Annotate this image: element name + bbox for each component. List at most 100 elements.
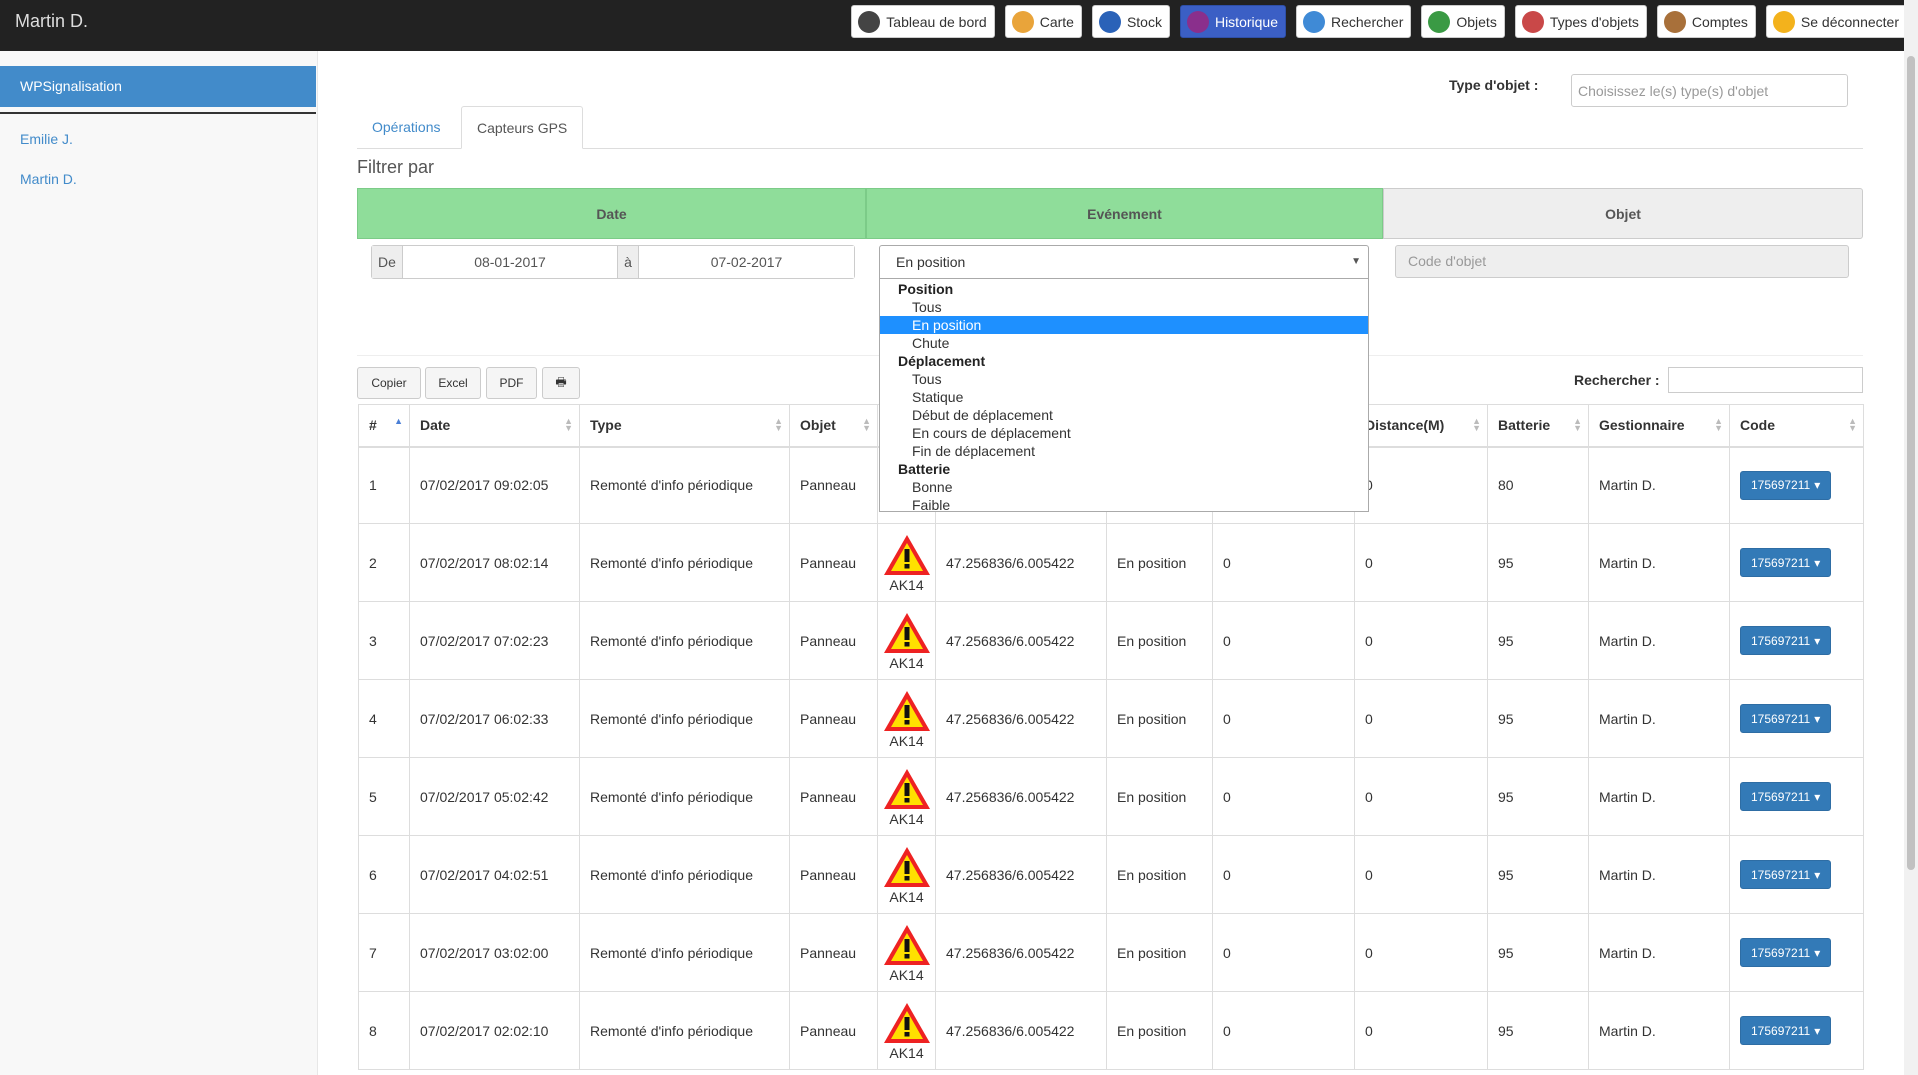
dropdown-option[interactable]: Tous (880, 298, 1368, 316)
column-header[interactable]: # ▲ (358, 404, 410, 448)
dropdown-option[interactable]: Fin de déplacement (880, 442, 1368, 460)
nav-types-button[interactable]: Types d'objets (1514, 5, 1647, 38)
code-dropdown-button[interactable]: 175697211 ▾ (1740, 548, 1832, 577)
filter-header-object[interactable]: Objet (1383, 188, 1863, 239)
nav-history-button[interactable]: Historique (1179, 5, 1286, 38)
table-cell: Remonté d'info périodique (579, 835, 790, 914)
column-header[interactable]: Batterie ▲ ▼ (1487, 404, 1589, 448)
page-scrollbar[interactable] (1904, 0, 1918, 1075)
column-header[interactable]: Gestionnaire ▲ ▼ (1588, 404, 1730, 448)
column-header[interactable]: Objet ▲ ▼ (789, 404, 878, 448)
nav-dashboard-button[interactable]: Tableau de bord (851, 5, 995, 38)
event-select[interactable]: En position ▼ (879, 245, 1369, 279)
code-value: 175697211 (1751, 867, 1811, 882)
nav-cart-button[interactable]: Stock (1091, 5, 1170, 38)
code-dropdown-button[interactable]: 175697211 ▾ (1740, 782, 1832, 811)
table-row[interactable]: 2 07/02/2017 08:02:14 Remonté d'info pério… (358, 523, 1864, 602)
code-dropdown-button[interactable]: 175697211 ▾ (1740, 626, 1832, 655)
dropdown-option[interactable]: Tous (880, 370, 1368, 388)
tab-operations[interactable]: Opérations (357, 106, 455, 148)
table-cell: 2 (358, 523, 410, 602)
table-row[interactable]: 6 07/02/2017 04:02:51 Remonté d'info pério… (358, 835, 1864, 914)
nav-label: Objets (1456, 13, 1497, 30)
table-row[interactable]: 5 07/02/2017 05:02:42 Remonté d'info pério… (358, 757, 1864, 836)
nav-label: Historique (1214, 13, 1278, 30)
dropdown-group-label: Batterie (898, 461, 951, 477)
table-cell: 95 (1487, 913, 1589, 992)
nav-search-button[interactable]: Rechercher (1295, 5, 1412, 38)
excel-button[interactable]: Excel (425, 367, 481, 399)
sort-icon: ▲▼ (774, 416, 783, 433)
table-row[interactable]: 7 07/02/2017 03:02:00 Remonté d'info pério… (358, 913, 1864, 992)
table-cell: En position (1106, 835, 1213, 914)
dropdown-option[interactable]: Début de déplacement (880, 406, 1368, 424)
code-value: 175697211 (1751, 478, 1811, 493)
nav-accounts-button[interactable]: Comptes (1656, 5, 1756, 38)
caret-down-icon: ▾ (1814, 867, 1821, 882)
code-dropdown-button[interactable]: 175697211 ▾ (1740, 860, 1832, 889)
sort-icon: ▲▼ (1714, 416, 1723, 433)
table-search-input[interactable] (1668, 367, 1863, 393)
object-code-input[interactable]: Code d'objet (1395, 245, 1849, 278)
column-header-label: Date (420, 417, 451, 434)
dropdown-option[interactable]: Bonne (880, 478, 1368, 496)
nav-logout-button[interactable]: Se déconnecter (1765, 5, 1907, 38)
sidebar-item-wpsignalisation[interactable]: WPSignalisation (0, 66, 316, 107)
dropdown-option[interactable]: Chute (880, 334, 1368, 352)
warning-sign-icon (883, 924, 930, 965)
code-dropdown-button[interactable]: 175697211 ▾ (1740, 704, 1832, 733)
code-cell: 175697211 ▾ (1729, 523, 1864, 602)
table-cell: 0 (1212, 835, 1355, 914)
table-row[interactable]: 4 07/02/2017 06:02:33 Remonté d'info pério… (358, 679, 1864, 758)
tab-gps-sensors[interactable]: Capteurs GPS (461, 106, 584, 149)
sort-icon: ▲▼ (564, 416, 573, 433)
code-cell: 175697211 ▾ (1729, 913, 1864, 992)
date-from-label: De (372, 246, 403, 278)
table-row[interactable]: 3 07/02/2017 07:02:23 Remonté d'info pério… (358, 601, 1864, 680)
dropdown-option[interactable]: Statique (880, 388, 1368, 406)
sidebar-item-emilie[interactable]: Emilie J. (20, 131, 73, 147)
pdf-button[interactable]: PDF (486, 367, 537, 399)
dropdown-option[interactable]: En cours de déplacement (880, 424, 1368, 442)
date-to-label: à (617, 246, 639, 278)
column-header[interactable]: Type ▲ ▼ (579, 404, 790, 448)
column-header[interactable]: Distance(M) ▲ ▼ (1354, 404, 1488, 448)
table-cell: 0 (1354, 991, 1488, 1070)
table-cell: 07/02/2017 02:02:10 (409, 991, 580, 1070)
dropdown-option[interactable]: Faible (880, 496, 1368, 514)
code-dropdown-button[interactable]: 175697211 ▾ (1740, 1016, 1832, 1045)
scrollbar-thumb[interactable] (1907, 56, 1915, 870)
object-ref-label: AK14 (889, 1044, 924, 1061)
table-cell: 5 (358, 757, 410, 836)
table-cell: 80 (1487, 446, 1589, 524)
code-value: 175697211 (1751, 789, 1811, 804)
column-header[interactable]: Code ▲ ▼ (1729, 404, 1864, 448)
code-dropdown-button[interactable]: 175697211 ▾ (1740, 470, 1832, 500)
date-to-input[interactable]: 07-02-2017 (639, 246, 854, 278)
code-dropdown-button[interactable]: 175697211 ▾ (1740, 938, 1832, 967)
top-navbar: Martin D. Tableau de bord Carte Stock Histo… (0, 0, 1918, 51)
object-type-input[interactable] (1571, 74, 1848, 107)
caret-down-icon: ▾ (1814, 1023, 1821, 1038)
code-value: 175697211 (1751, 711, 1811, 726)
filter-header-event[interactable]: Evénement (866, 188, 1383, 239)
column-header[interactable]: Date ▲ ▼ (409, 404, 580, 448)
print-button[interactable]: 🖶 (542, 367, 580, 399)
nav-map-button[interactable]: Carte (1004, 5, 1082, 38)
table-cell: En position (1106, 523, 1213, 602)
brand-user-name[interactable]: Martin D. (15, 11, 88, 32)
nav-objects-button[interactable]: Objets (1421, 5, 1505, 38)
dropdown-option[interactable]: En position (880, 316, 1368, 334)
table-cell: Martin D. (1588, 991, 1730, 1070)
object-ref-label: AK14 (889, 966, 924, 983)
warning-sign-icon (883, 534, 930, 575)
filter-header-date[interactable]: Date (357, 188, 866, 239)
sidebar-item-martin[interactable]: Martin D. (20, 171, 77, 187)
caret-down-icon: ▾ (1814, 555, 1821, 570)
print-icon: 🖶 (555, 374, 567, 389)
table-cell: Panneau (789, 991, 878, 1070)
sidebar-divider (0, 112, 316, 114)
copy-button[interactable]: Copier (357, 367, 421, 399)
table-row[interactable]: 8 07/02/2017 02:02:10 Remonté d'info pério… (358, 991, 1864, 1070)
date-from-input[interactable]: 08-01-2017 (403, 246, 617, 278)
